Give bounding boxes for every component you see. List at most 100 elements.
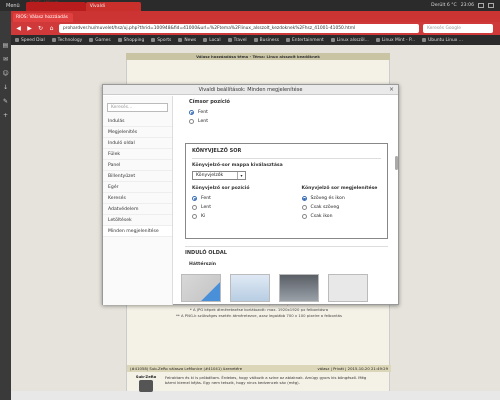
bookmarks-panel-icon[interactable]: ▤ xyxy=(3,43,9,49)
url-input[interactable]: prohardver.hu/muvelet/hsz/uj.php?thrid=1… xyxy=(59,24,419,33)
reload-icon[interactable]: ↻ xyxy=(37,25,44,32)
nav-item-privacy[interactable]: Adatvédelem xyxy=(103,204,172,215)
bookmark-item[interactable]: Entertainment xyxy=(286,38,324,43)
close-icon[interactable]: × xyxy=(389,85,394,95)
bookmark-label: Ubuntu Linux ... xyxy=(428,37,463,43)
display-text-icon-radio[interactable]: Szöveg és ikon xyxy=(301,194,382,203)
position-off-radio[interactable]: Ki xyxy=(192,212,272,221)
nav-item-search[interactable]: Keresés xyxy=(103,193,172,204)
nav-item-appearance[interactable]: Megjelenítés xyxy=(103,127,172,138)
bookmark-icon xyxy=(227,38,232,42)
position-top-radio[interactable]: Fent xyxy=(192,194,272,203)
display-icon-only-radio[interactable]: Csak ikon xyxy=(301,212,382,221)
background-thumb-blue[interactable] xyxy=(230,274,270,302)
bookmark-item[interactable]: Shopping xyxy=(117,38,144,43)
bookmarks-options: Könyvjelző sor pozíció Fent Lent Ki Köny… xyxy=(192,186,381,221)
contacts-panel-icon[interactable]: ☺ xyxy=(3,71,9,77)
home-icon[interactable]: ⌂ xyxy=(48,25,55,32)
bookmark-label: Speed Dial xyxy=(21,37,45,43)
os-taskbar-tab-vivaldi[interactable]: Vivaldi xyxy=(85,1,141,11)
nav-item-show-all[interactable]: Minden megjelenítése xyxy=(103,226,172,237)
bookmark-folder-label: Könyvjelző-sor mappa kiválasztása xyxy=(192,163,283,168)
browser-tab[interactable]: RIOS: Válasz hozzáadás xyxy=(13,13,73,22)
weather-label[interactable]: Derült 6 °C xyxy=(431,3,457,8)
cursor-top-radio[interactable]: Fent xyxy=(189,108,230,117)
cursor-position-label: Címsor pozíció xyxy=(189,99,230,105)
os-tray: Derült 6 °C 23:06 xyxy=(431,3,500,8)
radio-label: Csak szöveg xyxy=(310,205,340,210)
bookmarks-bar: Speed Dial Technology Games Shopping Spo… xyxy=(11,35,500,45)
bookmark-label: Linux alsszöl... xyxy=(336,37,369,43)
bookmark-icon xyxy=(253,38,258,42)
bookmark-label: Games xyxy=(95,37,111,43)
bookmark-icon xyxy=(89,38,94,42)
search-input[interactable]: Keresés Google xyxy=(423,24,493,33)
add-panel-icon[interactable]: + xyxy=(3,113,9,119)
bookmark-item[interactable]: News xyxy=(178,38,196,43)
downloads-panel-icon[interactable]: ↓ xyxy=(3,85,9,91)
bookmark-icon xyxy=(117,38,122,42)
radio-label: Lent xyxy=(198,119,209,124)
bookmark-item[interactable]: Linux Mint - P... xyxy=(375,37,416,43)
nav-item-startup[interactable]: Indulás xyxy=(103,116,172,127)
nav-item-tabs[interactable]: Fülek xyxy=(103,149,172,160)
author-name[interactable]: Sub-ZeRo xyxy=(133,374,159,379)
position-bottom-radio[interactable]: Lent xyxy=(192,203,272,212)
radio-label: Fent xyxy=(198,110,208,115)
browser-side-panel: ▤ ✉ ☺ ↓ ✎ + xyxy=(0,11,11,400)
bookmark-label: Local xyxy=(209,37,221,43)
browser-tab-label: RIOS: Válasz hozzáadás xyxy=(16,15,68,20)
background-thumbnails xyxy=(181,274,387,302)
bookmark-item[interactable]: Linux alsszöl... xyxy=(330,37,369,43)
nav-item-mouse[interactable]: Egér xyxy=(103,182,172,193)
window-close-icon[interactable] xyxy=(488,3,494,8)
bookmark-item[interactable]: Local xyxy=(203,37,221,43)
notes-panel-icon[interactable]: ✎ xyxy=(3,99,9,105)
bookmark-item[interactable]: Sports xyxy=(151,38,171,43)
clock-label[interactable]: 23:06 xyxy=(461,3,474,8)
os-taskbar-tab-rios[interactable]: RIOS: Válasz hozzáadás xyxy=(25,1,86,11)
radio-unchecked-icon xyxy=(192,214,197,219)
display-text-only-radio[interactable]: Csak szöveg xyxy=(301,203,382,212)
bookmark-item[interactable]: Travel xyxy=(227,37,247,43)
background-thumb-dark[interactable] xyxy=(279,274,319,302)
mail-panel-icon[interactable]: ✉ xyxy=(3,57,9,63)
bookmark-label: Linux Mint - P... xyxy=(381,37,416,43)
cursor-bottom-radio[interactable]: Lent xyxy=(189,117,230,126)
background-thumb-gray[interactable] xyxy=(181,274,221,302)
chevron-down-icon: ▾ xyxy=(237,172,245,179)
bookmark-item[interactable]: Business xyxy=(253,37,280,43)
post-header-left[interactable]: (#41058) Sub-ZeRo válasza LeMonice (#410… xyxy=(130,365,242,372)
display-label: Könyvjelző sor megjelenítése xyxy=(301,186,378,191)
radio-label: Lent xyxy=(201,205,212,210)
bookmark-item[interactable]: Ubuntu Linux ... xyxy=(422,38,463,43)
bookmark-item[interactable]: Technology xyxy=(51,37,83,43)
bookmark-label: Technology xyxy=(57,37,83,43)
nav-item-startpage[interactable]: Induló oldal xyxy=(103,138,172,149)
settings-search-input[interactable]: Keresés... xyxy=(107,103,168,112)
bookmarks-bar-heading: KÖNYVJELZŐ SOR xyxy=(192,148,381,159)
radio-checked-icon xyxy=(301,196,307,201)
bookmark-icon xyxy=(178,38,183,42)
bookmark-label: Entertainment xyxy=(292,37,324,43)
back-arrow-icon[interactable]: ◀ xyxy=(15,25,22,32)
nav-item-keyboard[interactable]: Billentyűzet xyxy=(103,171,172,182)
bookmark-icon xyxy=(422,38,427,42)
nav-item-panel[interactable]: Panel xyxy=(103,160,172,171)
nav-item-downloads[interactable]: Letöltések xyxy=(103,215,172,226)
bookmark-label: Business xyxy=(259,37,280,43)
radio-label: Fent xyxy=(201,196,211,201)
forum-header: Válasz hozzáadása téma - Téma: Linux als… xyxy=(126,53,390,60)
bookmark-item[interactable]: Speed Dial xyxy=(15,38,45,43)
window-minimize-icon[interactable] xyxy=(478,3,484,8)
settings-scrollbar[interactable] xyxy=(395,156,398,170)
forward-arrow-icon[interactable]: ▶ xyxy=(26,25,33,32)
bookmark-label: Travel xyxy=(233,37,247,43)
bookmark-folder-select[interactable]: Könyvjelzők ▾ xyxy=(192,171,246,180)
radio-checked-icon xyxy=(192,196,197,201)
bookmark-item[interactable]: Games xyxy=(89,37,111,43)
settings-content: Címsor pozíció Fent Lent KÖNYVJELZŐ SOR … xyxy=(175,96,399,305)
post-header-right[interactable]: válasz | Privát | 2015-10-20 21:49:29 xyxy=(317,365,388,372)
os-menu-button[interactable]: Menü xyxy=(0,3,26,9)
background-thumb-custom[interactable] xyxy=(328,274,368,302)
